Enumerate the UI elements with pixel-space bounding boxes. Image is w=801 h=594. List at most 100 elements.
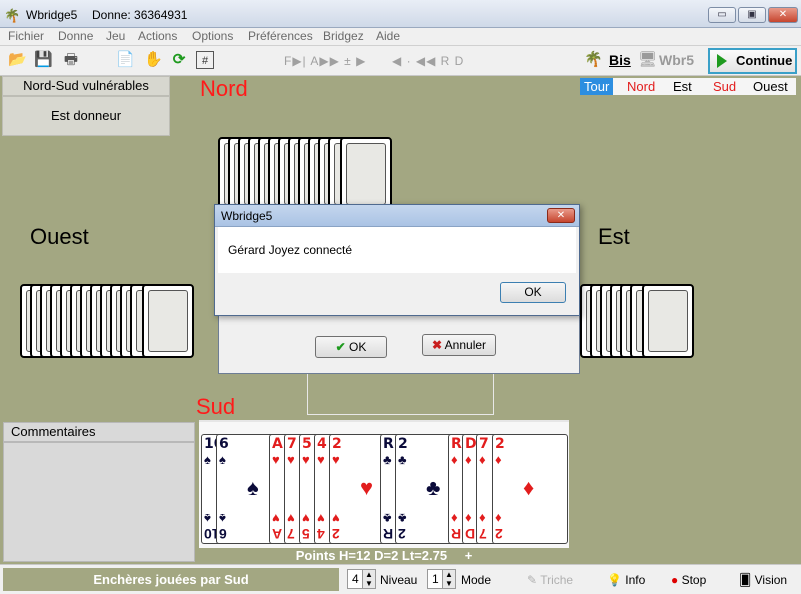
card-suit-inverted: ♦	[479, 511, 486, 526]
card-suit-inverted: ♣	[383, 511, 392, 526]
seat-label-nord: Nord	[200, 76, 248, 101]
card-rank: 7	[287, 436, 297, 452]
triche-label: Triche	[540, 573, 574, 587]
card-rank-inverted: 2	[495, 526, 503, 542]
menu-fichier[interactable]: Fichier	[8, 29, 44, 43]
menu-jeu[interactable]: Jeu	[106, 29, 125, 43]
card-suit-inverted: ♦	[451, 511, 458, 526]
info-button[interactable]: 💡 Info	[607, 573, 645, 587]
continue-label: Continue	[736, 53, 793, 68]
card-suit: ♣	[383, 452, 392, 467]
hash-icon[interactable]: #	[196, 51, 214, 69]
wbr5-button[interactable]: Wbr5	[659, 52, 694, 68]
card-suit-inverted: ♠	[204, 511, 211, 526]
dialog-title-bar: Wbridge5 ✕	[215, 205, 579, 227]
mode-spin-buttons[interactable]: ▲ ▼	[442, 569, 456, 589]
card-back	[642, 284, 694, 358]
dialog-title: Wbridge5	[221, 209, 273, 223]
card-suit: ♥	[272, 452, 280, 467]
dealer-label: Est donneur	[2, 96, 170, 136]
maximize-button[interactable]: ▣	[738, 7, 766, 23]
new-document-icon[interactable]: 📄	[116, 51, 135, 69]
triche-icon: ✎	[527, 573, 538, 587]
points-text: Points H=12 D=2 Lt=2.75	[295, 548, 448, 563]
stop-icon: ●	[671, 573, 679, 587]
card-rank: D	[465, 436, 477, 452]
card-suit: ♦	[465, 452, 472, 467]
underlying-dialog: ✔ OK ✖ Annuler	[218, 308, 580, 374]
auctions-played-label: Enchères jouées par Sud	[3, 568, 339, 591]
print-icon[interactable]: 🖶	[62, 51, 80, 69]
computer-icon: 🖥	[638, 51, 658, 68]
niveau-spin-buttons[interactable]: ▲ ▼	[362, 569, 376, 589]
dialog-close-button[interactable]: ✕	[547, 208, 575, 223]
stop-button[interactable]: ● Stop	[671, 573, 706, 587]
card-suit: ♣	[398, 452, 407, 467]
open-folder-icon[interactable]: 📂	[8, 51, 27, 69]
check-icon: ✔	[335, 340, 346, 354]
menu-bar: Fichier Donne Jeu Actions Options Préfér…	[0, 28, 801, 46]
nav-back-group[interactable]: ◀ · ◀◀ R D	[392, 54, 464, 68]
menu-aide[interactable]: Aide	[376, 29, 400, 43]
vision-button[interactable]: 🂠 Vision	[739, 573, 787, 587]
card-back	[340, 137, 392, 211]
card-suit-inverted: ♥	[272, 511, 280, 526]
niveau-label: Niveau	[380, 573, 418, 587]
card-rank-inverted: 2	[332, 526, 340, 542]
turn-sud: Sud	[713, 79, 737, 94]
refresh-icon[interactable]: ⟳	[170, 51, 188, 69]
card-suit: ♦	[495, 452, 502, 467]
seat-label-ouest: Ouest	[30, 224, 89, 249]
niveau-spinner[interactable]: 4	[347, 569, 363, 589]
card-suit-inverted: ♥	[287, 511, 295, 526]
app-logo-icon: 🌴	[4, 8, 21, 23]
nav-forward-group[interactable]: F▶| A▶▶ ± ▶	[284, 54, 366, 68]
card-rank: R	[451, 436, 462, 452]
underlying-ok-button[interactable]: ✔ OK	[315, 336, 387, 358]
turn-tour: Tour	[580, 78, 614, 95]
minimize-button[interactable]: ▭	[708, 7, 736, 23]
card-rank-inverted: 4	[317, 526, 325, 542]
card-suit: ♠	[204, 452, 211, 467]
menu-options[interactable]: Options	[192, 29, 233, 43]
turn-bar: Tour Nord Est Sud Ouest	[580, 78, 796, 95]
card-suit: ♥	[287, 452, 295, 467]
deal-number: Donne: 36364931	[92, 8, 188, 22]
card-rank: A	[272, 436, 283, 452]
dialog-message: Gérard Joyez connecté	[228, 243, 353, 257]
card-rank-inverted: 2	[398, 526, 406, 542]
menu-actions[interactable]: Actions	[138, 29, 177, 43]
card-rank: 2	[332, 436, 342, 452]
card-suit-inverted: ♦	[495, 511, 502, 526]
cancel-label: Annuler	[444, 338, 487, 352]
continue-button[interactable]: Continue	[708, 48, 797, 74]
card-center-pip: ♣	[426, 475, 441, 500]
close-button[interactable]: ✕	[768, 7, 798, 23]
card-suit-inverted: ♣	[398, 511, 407, 526]
bidding-box-outline	[307, 374, 494, 415]
plus-icon[interactable]: +	[465, 548, 473, 563]
turn-est: Est	[673, 79, 692, 94]
triche-button[interactable]: ✎ Triche	[527, 573, 573, 587]
play-icon	[717, 54, 727, 68]
cancel-button[interactable]: ✖ Annuler	[422, 334, 496, 356]
lightbulb-icon: 💡	[607, 573, 622, 587]
menu-bridgez[interactable]: Bridgez	[323, 29, 364, 43]
hand-icon[interactable]: ✋	[144, 51, 163, 69]
mode-spinner[interactable]: 1	[427, 569, 443, 589]
card-rank: R	[383, 436, 394, 452]
card-rank-inverted: D	[465, 526, 476, 542]
dialog-ok-button[interactable]: OK	[500, 282, 566, 303]
underlying-ok-label: OK	[349, 340, 367, 354]
menu-donne[interactable]: Donne	[58, 29, 93, 43]
menu-preferences[interactable]: Préférences	[248, 29, 313, 43]
card-suit: ♥	[302, 452, 310, 467]
palm-heart-icon: 🌴	[584, 51, 603, 68]
playing-card[interactable]: 2 ♦ 2 ♦ ♦	[492, 434, 568, 544]
comments-area[interactable]	[3, 442, 195, 562]
bis-button[interactable]: Bis	[609, 52, 631, 68]
card-suit-inverted: ♥	[317, 511, 325, 526]
card-rank: 6	[219, 436, 229, 452]
save-icon[interactable]: 💾	[34, 51, 53, 69]
card-suit-inverted: ♥	[302, 511, 310, 526]
